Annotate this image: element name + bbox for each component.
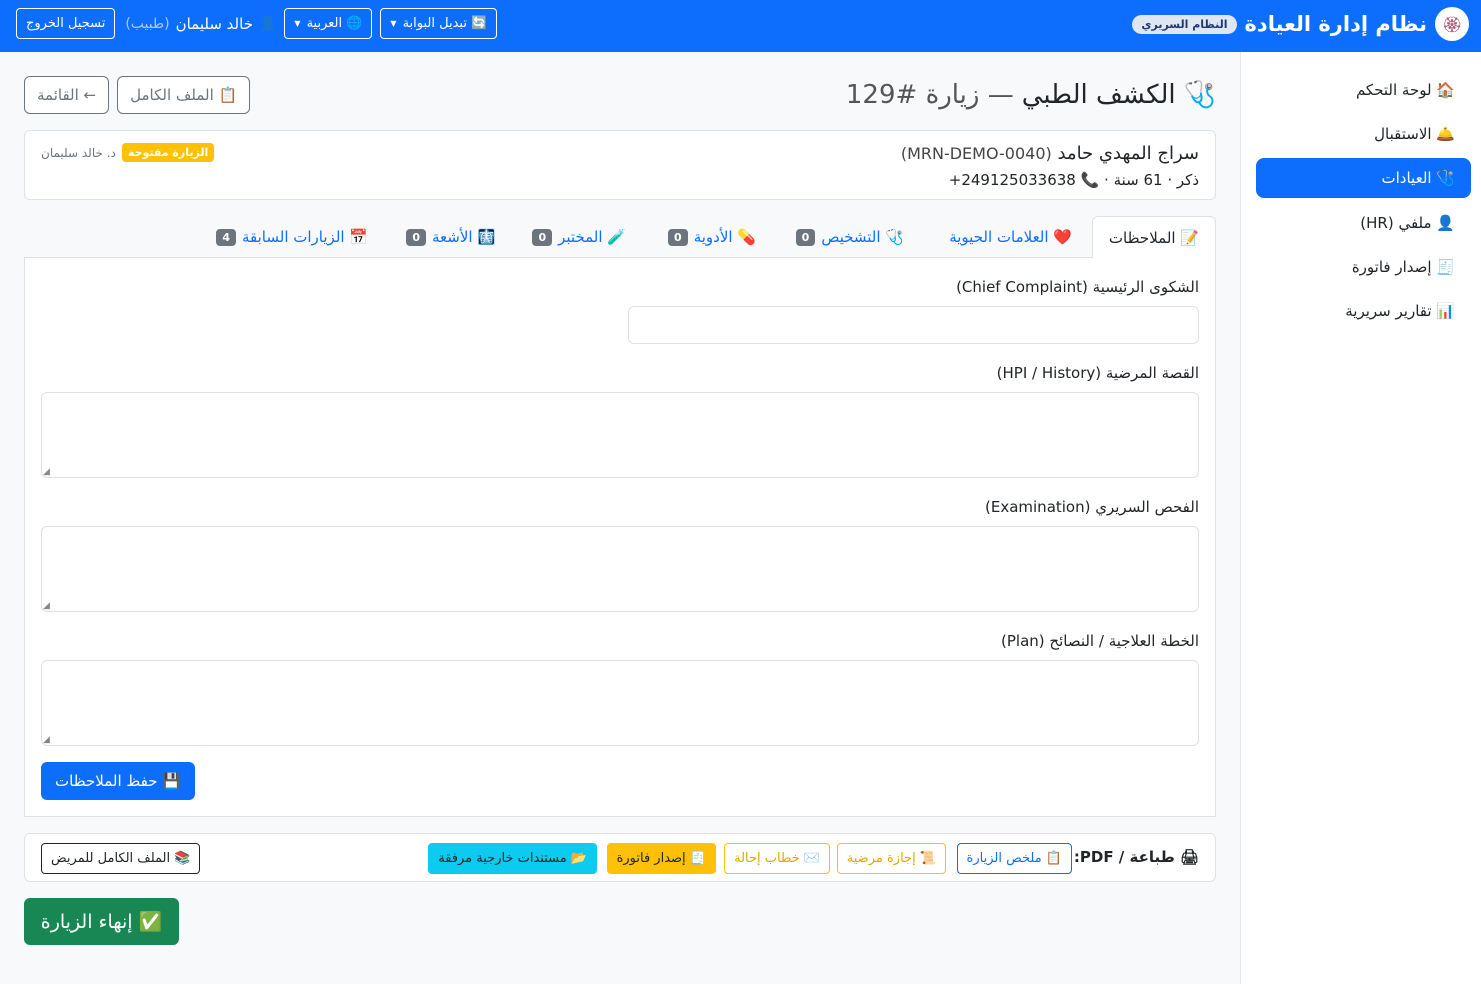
- print-bar: 🖨 طباعة / PDF: 📋 ملخص الزيارة 📜 إجازة مر…: [24, 833, 1216, 882]
- tab-count-badge: 0: [406, 228, 426, 246]
- patient-mrn: (MRN-DEMO-0040): [900, 144, 1052, 163]
- page-title-text: الكشف الطبي: [1021, 80, 1176, 110]
- tab-vitals[interactable]: ❤️ العلامات الحيوية: [933, 216, 1088, 258]
- visit-number: — زيارة #129: [845, 80, 1014, 110]
- sick-leave-label: 📜 إجازة مرضية: [846, 851, 936, 866]
- back-to-list-button[interactable]: ← القائمة: [24, 76, 110, 114]
- tab-label: ❤️ العلامات الحيوية: [949, 228, 1072, 246]
- sidebar-item-clinical-reports[interactable]: 📊 تقارير سريرية: [1256, 291, 1471, 331]
- main-content: 🩺 الكشف الطبي — زيارة #129 ← القائمة 📋 ا…: [24, 52, 1216, 984]
- full-file-button[interactable]: 📋 الملف الكامل: [117, 76, 251, 114]
- external-documents-button[interactable]: 📂 مستندات خارجية مرفقة: [428, 843, 597, 874]
- tab-label: 📝 الملاحظات: [1108, 228, 1199, 247]
- sidebar-item-label: 🛎️ الاستقبال: [1374, 125, 1455, 143]
- brand-title: نظام إدارة العيادة: [1244, 12, 1427, 36]
- back-to-list-label: ← القائمة: [37, 86, 97, 104]
- top-navbar: 🏵 نظام إدارة العيادة النظام السريري تسجي…: [0, 0, 1481, 52]
- chief-complaint-input[interactable]: [628, 306, 1199, 344]
- tab-label: 🩻 الأشعة: [431, 228, 496, 246]
- language-label: 🌐 العربية: [306, 16, 363, 31]
- plan-textarea[interactable]: [41, 660, 1199, 746]
- caret-down-icon: ▼: [294, 19, 301, 28]
- patient-name-line: سراج المهدي حامد (MRN-DEMO-0040): [901, 143, 1199, 164]
- referral-letter-label: ✉️ خطاب إحالة: [734, 851, 820, 866]
- patient-full-record-button[interactable]: 📚 الملف الكامل للمريض: [41, 843, 201, 874]
- print-title: 🖨 طباعة / PDF:: [1073, 848, 1199, 866]
- tab-label: 🩺 التشخيص: [821, 228, 904, 246]
- tab-radiology[interactable]: 🩻 الأشعة 0: [390, 216, 512, 258]
- clinic-logo-icon: 🏵: [1435, 7, 1469, 41]
- status-badge: الزيارة مفتوحة: [121, 143, 215, 162]
- system-badge: النظام السريري: [1132, 14, 1237, 34]
- tab-count-badge: 0: [795, 228, 816, 246]
- chief-complaint-label: الشكوى الرئيسية (Chief Complaint): [956, 278, 1199, 296]
- tab-previous-visits[interactable]: 📅 الزيارات السابقة 4: [200, 216, 384, 258]
- sick-leave-button[interactable]: 📜 إجازة مرضية: [836, 843, 946, 874]
- tab-label: 💊 الأدوية: [693, 228, 756, 246]
- user-icon: 👤: [258, 15, 277, 32]
- user-name: خالد سليمان: [175, 14, 253, 33]
- history-label: القصة المرضية (HPI / History): [996, 364, 1199, 382]
- logout-label: تسجيل الخروج: [26, 16, 106, 31]
- referral-letter-button[interactable]: ✉️ خطاب إحالة: [724, 843, 830, 874]
- caret-down-icon: ▼: [390, 19, 397, 28]
- sidebar-item-label: 🏠 لوحة التحكم: [1355, 81, 1455, 99]
- visit-tabs: 📝 الملاحظات ❤️ العلامات الحيوية 🩺 التشخي…: [24, 216, 1216, 259]
- tab-label: 🧪 المختبر: [558, 228, 626, 246]
- tab-medications[interactable]: 💊 الأدوية 0: [652, 216, 772, 258]
- tab-diagnosis[interactable]: 🩺 التشخيص 0: [780, 216, 920, 258]
- tab-count-badge: 0: [668, 228, 688, 246]
- plan-label: الخطة العلاجية / النصائح (Plan): [1001, 632, 1199, 650]
- examination-textarea[interactable]: [41, 526, 1199, 612]
- stethoscope-icon: 🩺: [1183, 80, 1216, 110]
- examination-label: الفحص السريري (Examination): [985, 498, 1199, 516]
- visit-meta: د. خالد سليمان الزيارة مفتوحة: [41, 143, 215, 162]
- history-textarea[interactable]: [41, 392, 1199, 478]
- patient-card: سراج المهدي حامد (MRN-DEMO-0040) ذكر · 6…: [24, 130, 1216, 200]
- notes-panel: الشكوى الرئيسية (Chief Complaint) القصة …: [24, 258, 1216, 817]
- external-documents-label: 📂 مستندات خارجية مرفقة: [438, 851, 587, 866]
- save-notes-button[interactable]: 💾 حفظ الملاحظات: [41, 762, 195, 800]
- tab-label: 📅 الزيارات السابقة: [242, 228, 368, 246]
- issue-invoice-button[interactable]: 🧾 إصدار فاتورة: [606, 843, 716, 874]
- tab-count-badge: 0: [532, 228, 553, 246]
- sidebar-item-label: 👤 ملفي (HR): [1360, 214, 1455, 232]
- user-role: (طبيب): [125, 15, 170, 32]
- navbar-actions: تسجيل الخروج 👤 خالد سليمان (طبيب) 🌐 العر…: [16, 8, 498, 39]
- sidebar-item-invoice[interactable]: 🧾 إصدار فاتورة: [1256, 247, 1471, 287]
- sidebar-item-label: 📊 تقارير سريرية: [1345, 302, 1455, 320]
- patient-name: سراج المهدي حامد: [1057, 143, 1199, 164]
- header-actions: ← القائمة 📋 الملف الكامل: [24, 76, 251, 114]
- visit-summary-label: 📋 ملخص الزيارة: [966, 851, 1062, 866]
- patient-info: ذكر · 61 سنة · 📞 249125033638+: [948, 171, 1199, 189]
- issue-invoice-label: 🧾 إصدار فاتورة: [616, 851, 706, 866]
- switch-portal-label: 🔄 تبديل البوابة: [402, 16, 488, 31]
- tab-lab[interactable]: 🧪 المختبر 0: [516, 216, 642, 258]
- end-visit-label: ✅ إنهاء الزيارة: [40, 911, 163, 933]
- end-visit-button[interactable]: ✅ إنهاء الزيارة: [24, 898, 179, 945]
- current-user: 👤 خالد سليمان (طبيب): [125, 15, 276, 33]
- page-title: 🩺 الكشف الطبي — زيارة #129: [846, 80, 1216, 110]
- full-file-label: 📋 الملف الكامل: [130, 86, 238, 104]
- sidebar-item-reception[interactable]: 🛎️ الاستقبال: [1256, 114, 1471, 154]
- save-notes-label: 💾 حفظ الملاحظات: [55, 772, 181, 790]
- sidebar: 🏠 لوحة التحكم 🛎️ الاستقبال 🩺 العيادات 👤 …: [1240, 52, 1481, 984]
- visit-summary-button[interactable]: 📋 ملخص الزيارة: [956, 843, 1072, 874]
- tab-notes[interactable]: 📝 الملاحظات: [1091, 216, 1216, 259]
- brand[interactable]: 🏵 نظام إدارة العيادة النظام السريري: [1132, 6, 1469, 42]
- sidebar-item-my-file[interactable]: 👤 ملفي (HR): [1256, 203, 1471, 243]
- sidebar-item-clinics[interactable]: 🩺 العيادات: [1256, 158, 1471, 198]
- tab-count-badge: 4: [216, 228, 236, 246]
- sidebar-item-dashboard[interactable]: 🏠 لوحة التحكم: [1256, 70, 1471, 110]
- attending-doctor: د. خالد سليمان: [41, 145, 116, 160]
- language-dropdown[interactable]: 🌐 العربية ▼: [284, 8, 373, 39]
- sidebar-item-label: 🩺 العيادات: [1381, 169, 1455, 187]
- sidebar-item-label: 🧾 إصدار فاتورة: [1351, 258, 1455, 276]
- logout-button[interactable]: تسجيل الخروج: [16, 8, 116, 39]
- switch-portal-dropdown[interactable]: 🔄 تبديل البوابة ▼: [380, 8, 498, 39]
- patient-full-record-label: 📚 الملف الكامل للمريض: [51, 851, 191, 866]
